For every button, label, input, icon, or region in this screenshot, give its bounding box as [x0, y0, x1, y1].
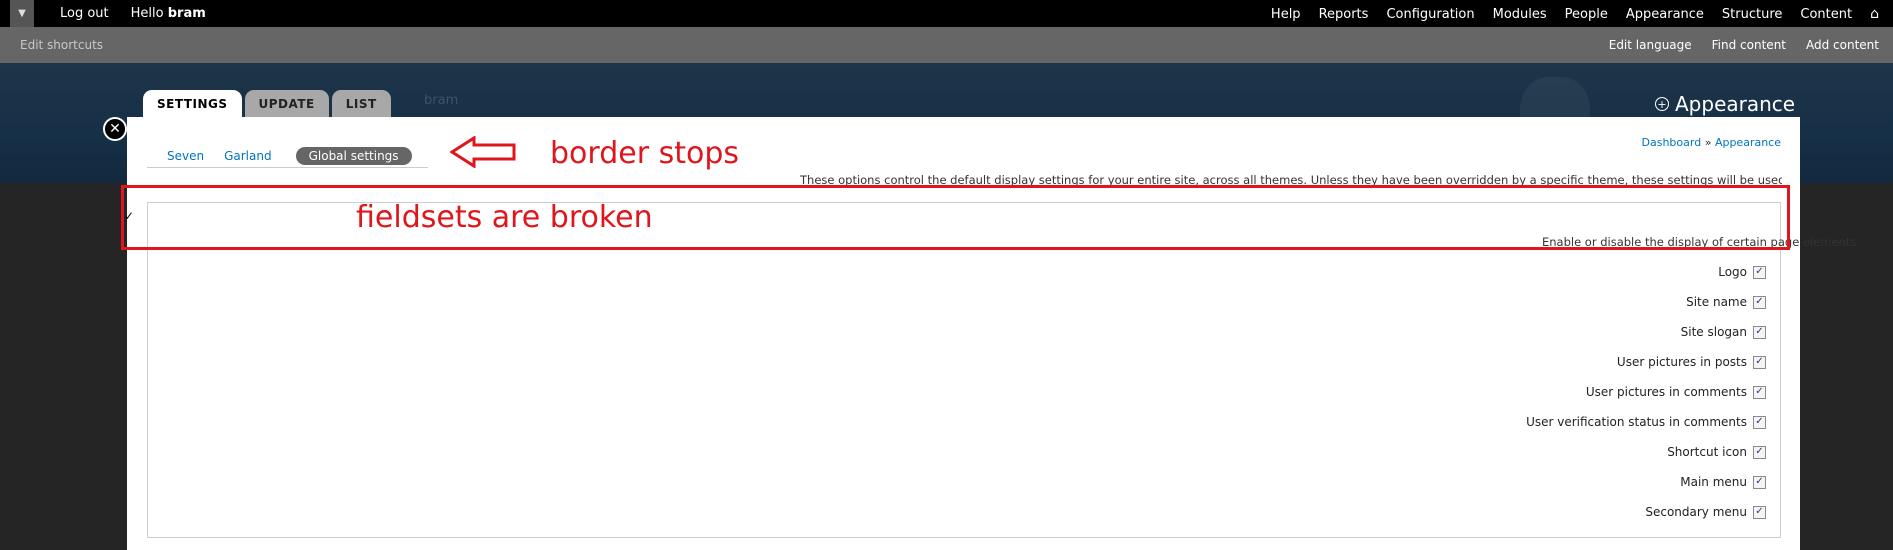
- checkbox[interactable]: ✓: [1753, 265, 1766, 279]
- breadcrumb-appearance[interactable]: Appearance: [1715, 136, 1781, 149]
- checkbox[interactable]: ✓: [1753, 475, 1766, 489]
- edit-shortcuts-link[interactable]: Edit shortcuts: [20, 38, 103, 52]
- shortcuts-bar: Edit shortcuts Edit language Find conten…: [0, 27, 1893, 63]
- toggle-secondary-menu[interactable]: Secondary menu ✓: [1526, 497, 1766, 527]
- subtab-global-settings[interactable]: Global settings: [295, 147, 412, 165]
- menu-help[interactable]: Help: [1271, 7, 1301, 22]
- toggle-main-menu[interactable]: Main menu ✓: [1526, 467, 1766, 497]
- toggle-label: Main menu: [1680, 475, 1747, 489]
- overlay-title: + Appearance: [1655, 92, 1795, 116]
- toggle-user-verification[interactable]: User verification status in comments ✓: [1526, 407, 1766, 437]
- add-shortcut-icon[interactable]: +: [1655, 97, 1669, 111]
- toggle-label: Shortcut icon: [1667, 445, 1747, 459]
- secondary-tabs: Seven Garland Global settings: [147, 145, 428, 168]
- tab-settings[interactable]: SETTINGS: [143, 90, 242, 117]
- checkbox[interactable]: ✓: [1753, 325, 1766, 339]
- subtab-garland[interactable]: Garland: [224, 149, 272, 163]
- checkbox[interactable]: ✓: [1753, 385, 1766, 399]
- menu-configuration[interactable]: Configuration: [1386, 7, 1474, 22]
- annotation-arrow-icon: [450, 136, 516, 168]
- toggle-site-slogan[interactable]: Site slogan ✓: [1526, 317, 1766, 347]
- checkbox[interactable]: ✓: [1753, 355, 1766, 369]
- checkbox[interactable]: ✓: [1753, 505, 1766, 519]
- toggle-label: User verification status in comments: [1526, 415, 1747, 429]
- checkbox[interactable]: ✓: [1753, 415, 1766, 429]
- logout-link[interactable]: Log out: [60, 6, 109, 21]
- shortcut-edit-language[interactable]: Edit language: [1609, 38, 1692, 52]
- faded-site-text: bram: [424, 93, 459, 108]
- primary-tabs: SETTINGS UPDATE LIST: [143, 90, 391, 117]
- toggle-user-pictures-comments[interactable]: User pictures in comments ✓: [1526, 377, 1766, 407]
- menu-modules[interactable]: Modules: [1493, 7, 1547, 22]
- toggle-list: Logo ✓ Site name ✓ Site slogan ✓ User pi…: [1526, 257, 1766, 527]
- checkbox[interactable]: ✓: [1753, 445, 1766, 459]
- breadcrumb-separator: »: [1704, 136, 1712, 149]
- toggle-label: Secondary menu: [1645, 505, 1747, 519]
- shortcut-find-content[interactable]: Find content: [1712, 38, 1786, 52]
- toggle-label: Site slogan: [1680, 325, 1747, 339]
- toggle-logo[interactable]: Logo ✓: [1526, 257, 1766, 287]
- greeting-username[interactable]: bram: [168, 6, 206, 21]
- tab-update[interactable]: UPDATE: [244, 90, 329, 117]
- toggle-user-pictures-posts[interactable]: User pictures in posts ✓: [1526, 347, 1766, 377]
- breadcrumb-dashboard[interactable]: Dashboard: [1642, 136, 1702, 149]
- admin-toolbar: ▼ Log out Hello bram Help Reports Config…: [0, 0, 1893, 27]
- tab-list[interactable]: LIST: [331, 90, 391, 117]
- toggle-label: User pictures in posts: [1616, 355, 1747, 369]
- toggle-shortcut-icon[interactable]: Shortcut icon ✓: [1526, 437, 1766, 467]
- home-icon[interactable]: ⌂: [1870, 6, 1879, 22]
- menu-people[interactable]: People: [1565, 7, 1608, 22]
- subtab-seven[interactable]: Seven: [167, 149, 204, 163]
- menu-appearance[interactable]: Appearance: [1626, 7, 1704, 22]
- toggle-site-name[interactable]: Site name ✓: [1526, 287, 1766, 317]
- toggle-label: Logo: [1718, 265, 1747, 279]
- chevron-down-icon: ▼: [18, 8, 26, 19]
- checkbox[interactable]: ✓: [1753, 295, 1766, 309]
- menu-content[interactable]: Content: [1800, 7, 1852, 22]
- menu-reports[interactable]: Reports: [1319, 7, 1369, 22]
- toolbar-drawer-toggle[interactable]: ▼: [10, 0, 34, 27]
- overlay-title-text: Appearance: [1675, 92, 1796, 116]
- breadcrumb: Dashboard » Appearance: [1642, 136, 1781, 149]
- close-overlay-icon[interactable]: ✕: [103, 117, 127, 141]
- user-greeting: Hello bram: [131, 6, 206, 21]
- toggle-label: User pictures in comments: [1585, 385, 1747, 399]
- annotation-border-stops: border stops: [550, 136, 739, 171]
- shortcut-add-content[interactable]: Add content: [1806, 38, 1879, 52]
- annotation-fieldsets-broken: fieldsets are broken: [356, 200, 653, 235]
- toggle-label: Site name: [1686, 295, 1747, 309]
- greeting-prefix: Hello: [130, 6, 164, 21]
- menu-structure[interactable]: Structure: [1722, 7, 1782, 22]
